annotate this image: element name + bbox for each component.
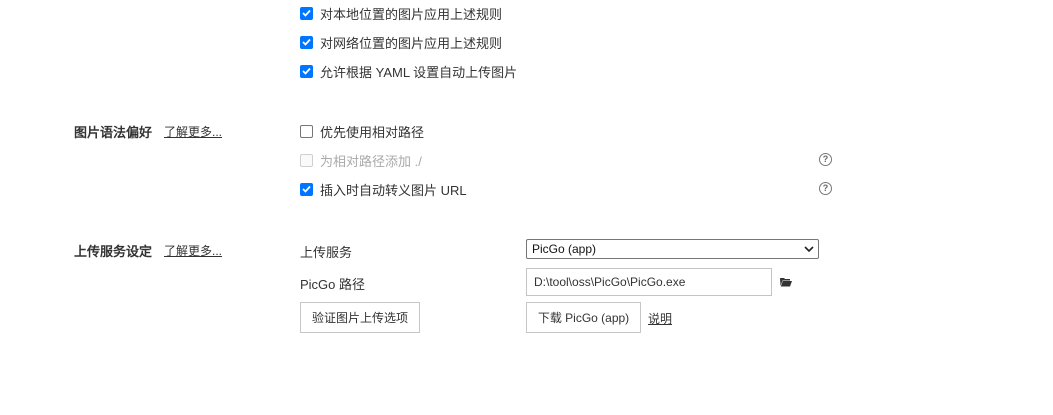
yaml-upload-option[interactable]: 允许根据 YAML 设置自动上传图片 xyxy=(300,62,517,80)
relative-path-label: 优先使用相对路径 xyxy=(320,124,425,140)
apply-network-checkbox[interactable] xyxy=(300,35,313,49)
apply-network-option[interactable]: 对网络位置的图片应用上述规则 xyxy=(300,33,502,51)
check-icon xyxy=(302,67,311,75)
apply-local-option[interactable]: 对本地位置的图片应用上述规则 xyxy=(300,4,502,22)
help-icon[interactable]: ? xyxy=(819,182,832,195)
download-picgo-button[interactable]: 下载 PicGo (app) xyxy=(526,302,641,333)
check-icon xyxy=(302,9,311,17)
help-icon[interactable]: ? xyxy=(819,153,832,166)
syntax-prefs-title: 图片语法偏好 xyxy=(74,125,153,140)
yaml-upload-label: 允许根据 YAML 设置自动上传图片 xyxy=(320,64,518,80)
picgo-path-input[interactable] xyxy=(526,268,772,296)
verify-upload-button[interactable]: 验证图片上传选项 xyxy=(300,302,420,333)
upload-service-label: 上传服务 xyxy=(300,245,353,260)
relative-path-option[interactable]: 优先使用相对路径 xyxy=(300,122,424,140)
explain-link[interactable]: 说明 xyxy=(648,310,672,327)
check-icon xyxy=(302,185,311,193)
syntax-learn-more-link[interactable]: 了解更多... xyxy=(164,123,222,140)
chevron-down-icon xyxy=(804,246,814,252)
picgo-path-label: PicGo 路径 xyxy=(300,277,366,292)
yaml-upload-checkbox[interactable] xyxy=(300,64,313,78)
check-icon xyxy=(302,38,311,46)
apply-local-checkbox[interactable] xyxy=(300,6,313,20)
upload-service-select[interactable]: PicGo (app) xyxy=(526,239,819,259)
folder-open-icon[interactable] xyxy=(780,277,792,287)
relative-path-checkbox[interactable] xyxy=(300,124,313,138)
add-dot-slash-checkbox xyxy=(300,153,313,167)
escape-url-option[interactable]: 插入时自动转义图片 URL xyxy=(300,180,467,198)
add-dot-slash-label: 为相对路径添加 ./ xyxy=(320,153,422,169)
add-dot-slash-option: 为相对路径添加 ./ xyxy=(300,151,422,169)
upload-service-value: PicGo (app) xyxy=(532,242,597,256)
upload-service-title: 上传服务设定 xyxy=(74,244,153,259)
apply-network-label: 对网络位置的图片应用上述规则 xyxy=(320,35,503,51)
escape-url-label: 插入时自动转义图片 URL xyxy=(320,182,467,198)
escape-url-checkbox[interactable] xyxy=(300,182,313,196)
apply-local-label: 对本地位置的图片应用上述规则 xyxy=(320,6,503,22)
upload-learn-more-link[interactable]: 了解更多... xyxy=(164,242,222,259)
